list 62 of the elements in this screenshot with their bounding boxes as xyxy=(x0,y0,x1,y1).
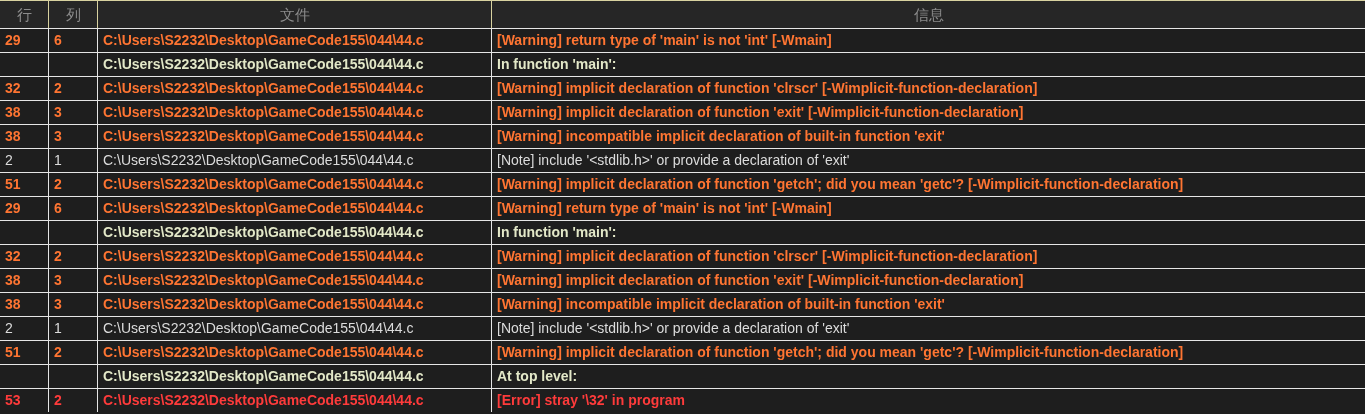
message-text: [Warning] implicit declaration of function 'clrscr' [-Wimplicit-function-declaration] xyxy=(497,248,1038,264)
message-text: [Warning] implicit declaration of function 'exit' [-Wimplicit-function-declaration] xyxy=(497,104,1024,120)
message-text: At top level: xyxy=(497,368,578,384)
file-path: C:\Users\S2232\Desktop\GameCode155\044\44.c xyxy=(103,128,424,144)
line-number: 38 xyxy=(5,296,21,312)
file-path: C:\Users\S2232\Desktop\GameCode155\044\44.c xyxy=(103,368,424,384)
message-text: [Warning] implicit declaration of function 'getch'; did you mean 'getc'? [-Wimplicit-function-declaration] xyxy=(497,176,1184,192)
file-path: C:\Users\S2232\Desktop\GameCode155\044\44.c xyxy=(103,80,424,96)
file-path: C:\Users\S2232\Desktop\GameCode155\044\44.c xyxy=(103,272,424,288)
message-text: [Warning] implicit declaration of function 'clrscr' [-Wimplicit-function-declaration] xyxy=(497,80,1038,96)
column-header[interactable]: 文件 xyxy=(98,1,492,28)
message-text: [Warning] incompatible implicit declaration of built-in function 'exit' xyxy=(497,128,945,144)
message-text: [Warning] return type of 'main' is not 'int' [-Wmain] xyxy=(497,200,832,216)
column-header[interactable]: 行 xyxy=(0,1,49,28)
column-number: 1 xyxy=(54,152,62,168)
line-number: 29 xyxy=(5,200,21,216)
line-number: 29 xyxy=(5,32,21,48)
file-path: C:\Users\S2232\Desktop\GameCode155\044\44.c xyxy=(103,224,424,240)
column-number: 3 xyxy=(54,104,62,120)
message-text: [Warning] return type of 'main' is not 'int' [-Wmain] xyxy=(497,32,832,48)
line-number: 53 xyxy=(5,392,21,408)
line-number: 38 xyxy=(5,128,21,144)
column-number: 2 xyxy=(54,248,62,264)
line-number: 32 xyxy=(5,248,21,264)
line-number: 51 xyxy=(5,344,21,360)
column-number: 3 xyxy=(54,272,62,288)
line-number: 2 xyxy=(5,152,13,168)
file-path: C:\Users\S2232\Desktop\GameCode155\044\44.c xyxy=(103,152,414,168)
message-text: In function 'main': xyxy=(497,224,617,240)
file-path: C:\Users\S2232\Desktop\GameCode155\044\44.c xyxy=(103,104,424,120)
file-path: C:\Users\S2232\Desktop\GameCode155\044\44.c xyxy=(103,56,424,72)
column-number: 3 xyxy=(54,128,62,144)
file-path: C:\Users\S2232\Desktop\GameCode155\044\44.c xyxy=(103,320,414,336)
line-number: 32 xyxy=(5,80,21,96)
file-path: C:\Users\S2232\Desktop\GameCode155\044\44.c xyxy=(103,296,424,312)
column-number: 3 xyxy=(54,296,62,312)
file-path: C:\Users\S2232\Desktop\GameCode155\044\44.c xyxy=(103,176,424,192)
file-path: C:\Users\S2232\Desktop\GameCode155\044\44.c xyxy=(103,248,424,264)
file-path: C:\Users\S2232\Desktop\GameCode155\044\44.c xyxy=(103,32,424,48)
message-text: [Warning] implicit declaration of function 'getch'; did you mean 'getc'? [-Wimplicit-function-declaration] xyxy=(497,344,1184,360)
column-number: 1 xyxy=(54,320,62,336)
column-number: 2 xyxy=(54,392,62,408)
message-text: In function 'main': xyxy=(497,56,617,72)
line-number: 2 xyxy=(5,320,13,336)
column-number: 2 xyxy=(54,176,62,192)
line-number: 51 xyxy=(5,176,21,192)
message-text: [Note] include '<stdlib.h>' or provide a declaration of 'exit' xyxy=(497,320,850,336)
column-number: 2 xyxy=(54,80,62,96)
column-number: 6 xyxy=(54,200,62,216)
file-path: C:\Users\S2232\Desktop\GameCode155\044\44.c xyxy=(103,392,424,408)
message-text: [Warning] implicit declaration of function 'exit' [-Wimplicit-function-declaration] xyxy=(497,272,1024,288)
line-number: 38 xyxy=(5,272,21,288)
message-text: [Note] include '<stdlib.h>' or provide a declaration of 'exit' xyxy=(497,152,850,168)
message-text: [Warning] incompatible implicit declaration of built-in function 'exit' xyxy=(497,296,945,312)
column-number: 6 xyxy=(54,32,62,48)
message-text: [Error] stray '\32' in program xyxy=(497,392,685,408)
column-header[interactable]: 列 xyxy=(49,1,98,28)
file-path: C:\Users\S2232\Desktop\GameCode155\044\44.c xyxy=(103,344,424,360)
line-number: 38 xyxy=(5,104,21,120)
column-header[interactable]: 信息 xyxy=(492,1,1365,28)
column-number: 2 xyxy=(54,344,62,360)
file-path: C:\Users\S2232\Desktop\GameCode155\044\44.c xyxy=(103,200,424,216)
